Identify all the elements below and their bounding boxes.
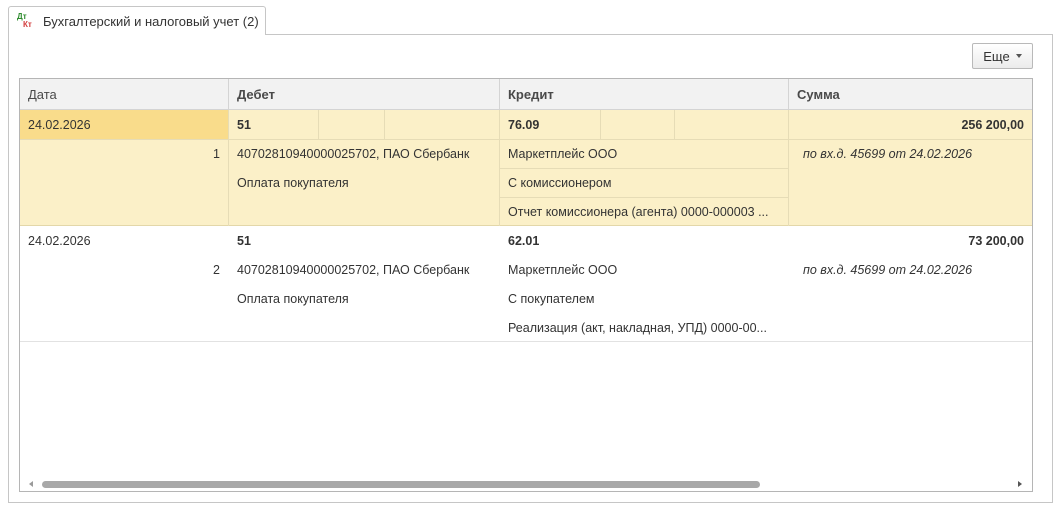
cell-debit-subconto-1[interactable]: 40702810940000025702, ПАО Сбербанк: [229, 255, 499, 284]
header-debit[interactable]: Дебет: [229, 79, 500, 109]
cell-debit-subconto-1[interactable]: 40702810940000025702, ПАО Сбербанк: [229, 139, 499, 168]
chevron-down-icon: [1015, 54, 1022, 58]
more-button[interactable]: Еще: [972, 43, 1033, 69]
cell-number[interactable]: 2: [20, 255, 228, 284]
cell-credit-subconto-3[interactable]: Отчет комиссионера (агента) 0000-000003 …: [500, 197, 788, 226]
cell-credit-subconto-1[interactable]: Маркетплейс ООО: [500, 255, 788, 284]
tab-accounting-tax[interactable]: Дт Кт Бухгалтерский и налоговый учет (2): [8, 6, 266, 35]
cell-divider: [600, 110, 601, 139]
cell-credit-account[interactable]: 62.01: [500, 226, 600, 255]
more-button-label: Еще: [983, 48, 1010, 64]
cell-credit-subconto-2[interactable]: С комиссионером: [500, 168, 788, 197]
cell-debit-subconto-2[interactable]: Оплата покупателя: [229, 284, 499, 313]
scroll-right-arrow-icon[interactable]: [1018, 481, 1022, 487]
scroll-left-arrow-icon[interactable]: [29, 481, 33, 487]
table-row[interactable]: 24.02.2026 51 76.09 256 200,00 1 4070281…: [20, 110, 1032, 226]
cell-debit-subconto-2[interactable]: Оплата покупателя: [229, 168, 499, 197]
cell-divider: [384, 110, 385, 139]
cell-credit-account[interactable]: 76.09: [500, 110, 600, 139]
cell-debit-account[interactable]: 51: [229, 226, 318, 255]
cell-date[interactable]: 24.02.2026: [20, 110, 228, 139]
tab-icon-credit-text: Кт: [23, 20, 32, 29]
cell-credit-subconto-1[interactable]: Маркетплейс ООО: [500, 139, 788, 168]
cell-divider: [674, 110, 675, 139]
table-row[interactable]: 24.02.2026 51 62.01 73 200,00 2 40702810…: [20, 226, 1032, 342]
cell-number[interactable]: 1: [20, 139, 228, 168]
header-date[interactable]: Дата: [20, 79, 229, 109]
cell-content[interactable]: по вх.д. 45699 от 24.02.2026: [795, 255, 1032, 284]
cell-credit-subconto-3[interactable]: Реализация (акт, накладная, УПД) 0000-00…: [500, 313, 788, 342]
cell-debit-account[interactable]: 51: [229, 110, 318, 139]
cell-sum[interactable]: 256 200,00: [789, 110, 1032, 139]
cell-date[interactable]: 24.02.2026: [20, 226, 228, 255]
cell-credit-subconto-2[interactable]: С покупателем: [500, 284, 788, 313]
dt-kt-ledger-icon: Дт Кт: [17, 11, 37, 31]
entries-table[interactable]: Дата Дебет Кредит Сумма 24.02.2026 51 76…: [19, 78, 1033, 492]
header-credit[interactable]: Кредит: [500, 79, 789, 109]
cell-content[interactable]: по вх.д. 45699 от 24.02.2026: [795, 139, 1032, 168]
scrollbar-thumb[interactable]: [42, 481, 760, 488]
cell-divider: [318, 110, 319, 139]
horizontal-scrollbar[interactable]: [20, 477, 1032, 491]
tab-label: Бухгалтерский и налоговый учет (2): [43, 13, 259, 29]
table-header: Дата Дебет Кредит Сумма: [20, 79, 1032, 110]
header-sum[interactable]: Сумма: [789, 79, 1032, 109]
cell-sum[interactable]: 73 200,00: [789, 226, 1032, 255]
